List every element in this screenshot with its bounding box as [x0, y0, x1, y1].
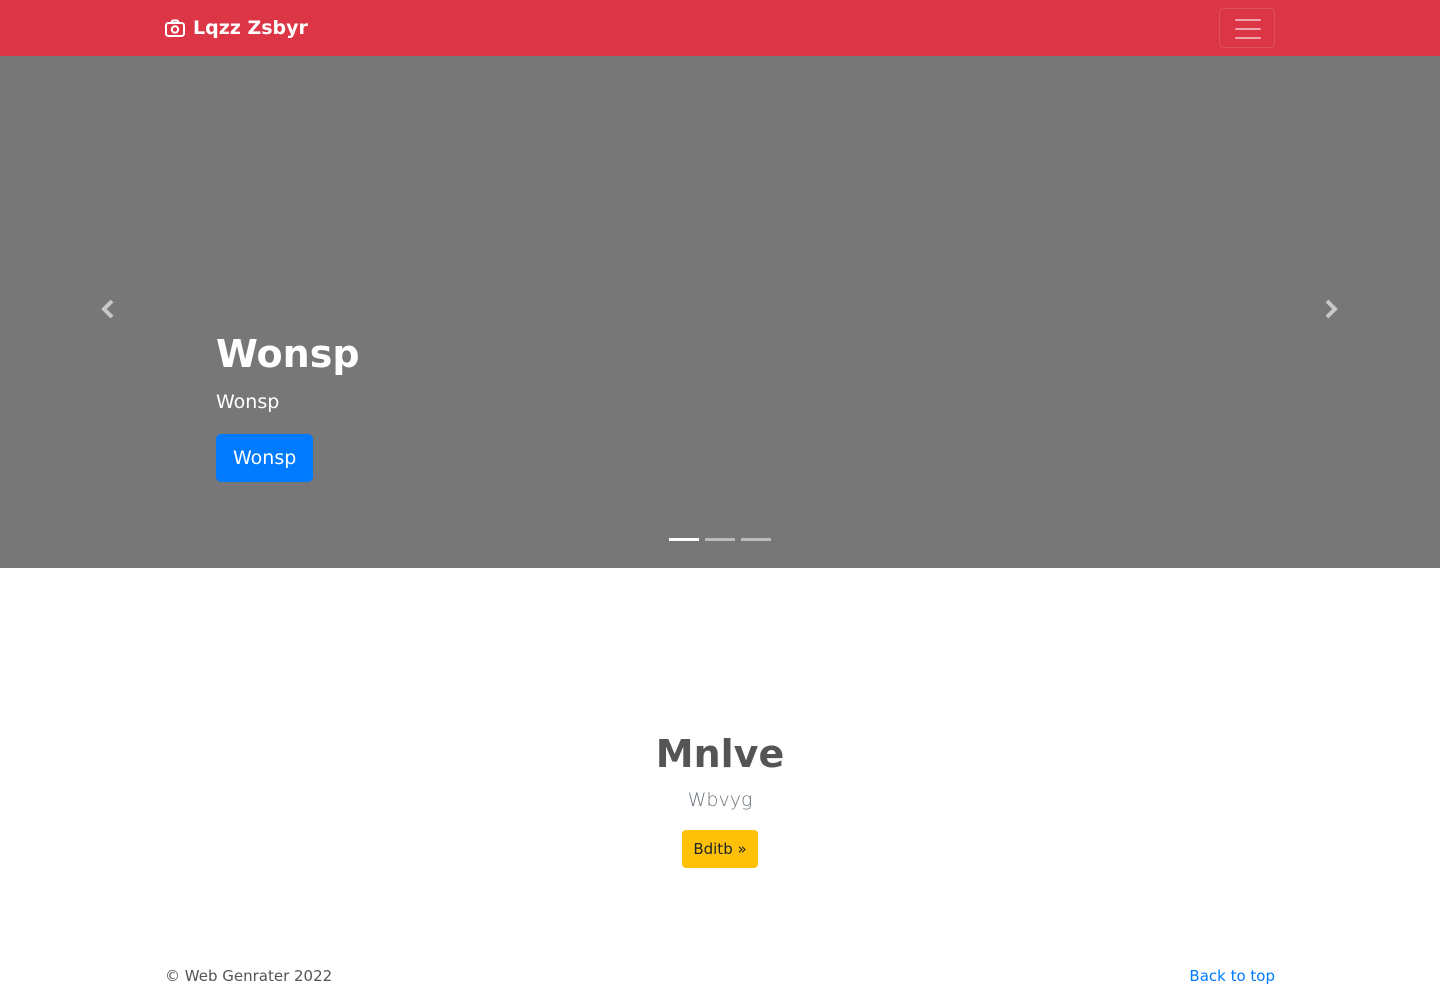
camera-icon: [165, 19, 185, 37]
carousel-indicators: [669, 538, 777, 541]
carousel-indicator-2[interactable]: [705, 538, 735, 541]
chevron-right-icon: [1323, 299, 1339, 323]
copyright-text: © Web Genrater 2022: [165, 967, 333, 985]
section-action-button[interactable]: Bditb »: [682, 830, 758, 868]
carousel-indicator-3[interactable]: [741, 538, 771, 541]
carousel-next-button[interactable]: [1316, 296, 1346, 326]
brand-link[interactable]: Lqzz Zsbyr: [165, 16, 308, 40]
hero-carousel: Wonsp Wonsp Wonsp: [0, 56, 1440, 568]
chevron-left-icon: [100, 299, 116, 323]
navbar-toggler-button[interactable]: [1219, 8, 1275, 48]
footer: © Web Genrater 2022 Back to top: [0, 960, 1440, 988]
main-section: Mnlve Wbvyg Bditb »: [0, 568, 1440, 928]
navbar: Lqzz Zsbyr: [0, 0, 1440, 56]
hamburger-menu-icon: [1235, 19, 1261, 39]
slide-text: Wonsp: [216, 391, 280, 413]
brand-name: Lqzz Zsbyr: [193, 17, 308, 39]
back-to-top-link[interactable]: Back to top: [1189, 966, 1275, 986]
carousel-indicator-1[interactable]: [669, 538, 699, 541]
carousel-caption: Wonsp Wonsp Wonsp: [216, 326, 360, 482]
section-lead: Wbvyg: [687, 789, 753, 811]
slide-cta-button[interactable]: Wonsp: [216, 434, 314, 482]
carousel-prev-button[interactable]: [93, 296, 123, 326]
section-heading: Mnlve: [655, 732, 785, 776]
slide-title: Wonsp: [216, 332, 360, 376]
